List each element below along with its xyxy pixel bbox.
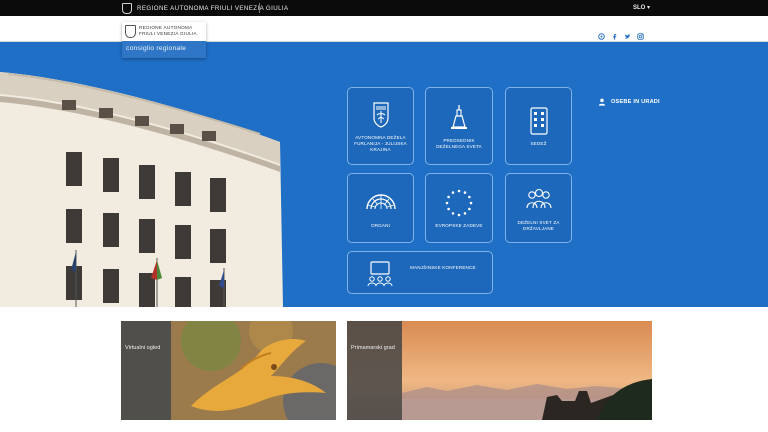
- region-brand-link[interactable]: Regione Autonoma Friuli Venezia Giulia: [122, 2, 289, 14]
- castle-caption: Primamarski grad: [347, 321, 402, 420]
- conference-icon: [367, 260, 393, 286]
- persons-and-offices-link[interactable]: Osebe in uradi: [598, 98, 660, 106]
- bell-icon: [451, 105, 467, 129]
- topbar-divider: [259, 3, 260, 13]
- tile-autonomous-region[interactable]: Avtonomna Dežela Furlanija - Julijska Kr…: [347, 87, 414, 165]
- people-icon: [525, 188, 552, 209]
- logo-subtitle: consiglio regionale: [122, 41, 206, 58]
- twitter-icon[interactable]: [624, 27, 631, 39]
- building-icon: [529, 107, 548, 135]
- tile-label: Avtonomna Dežela Furlanija - Julijska Kr…: [354, 135, 407, 152]
- tile-bodies[interactable]: Organi: [347, 173, 414, 243]
- logo-crest-icon: [125, 25, 136, 38]
- top-bar: Regione Autonoma Friuli Venezia Giulia S…: [0, 0, 768, 16]
- tile-label: Manjšinske konference: [410, 264, 476, 270]
- tile-label: Organi: [370, 223, 391, 228]
- facebook-icon[interactable]: [611, 27, 618, 40]
- tile-label: Evropske zadeve: [435, 223, 483, 228]
- tile-council-for-citizens[interactable]: Deželni svet za državljane: [505, 173, 572, 243]
- tile-label: Predsednik deželnega sveta: [436, 138, 482, 149]
- persons-link-label: Osebe in uradi: [611, 99, 660, 105]
- flickr-icon[interactable]: [598, 27, 605, 40]
- council-logo[interactable]: Regione Autonoma Friuli Venezia Giulia c…: [122, 22, 206, 58]
- eu-stars-icon: [445, 189, 473, 217]
- logo-line-2: Friuli Venezia Giulia: [139, 30, 197, 36]
- virtual-tour-card[interactable]: Virtualni ogled: [121, 321, 336, 420]
- castle-card[interactable]: Primamarski grad: [347, 321, 652, 420]
- virtual-tour-caption: Virtualni ogled: [121, 321, 171, 420]
- instagram-icon[interactable]: [637, 27, 644, 40]
- tile-council-president[interactable]: Predsednik deželnega sveta: [425, 87, 493, 165]
- tile-european-affairs[interactable]: Evropske zadeve: [425, 173, 493, 243]
- language-selector[interactable]: SLO ▾: [633, 4, 650, 11]
- palace-building-image: [0, 72, 283, 307]
- region-crest-icon: [122, 2, 132, 14]
- hemicycle-icon: [365, 194, 396, 210]
- region-brand-text: Regione Autonoma Friuli Venezia Giulia: [137, 4, 289, 12]
- tile-label: Sedež: [530, 141, 547, 146]
- site-header: [0, 16, 768, 42]
- tile-label: Deželni svet za državljane: [517, 220, 560, 231]
- tile-minority-conferences[interactable]: Manjšinske konference: [347, 251, 493, 294]
- tile-seat[interactable]: Sedež: [505, 87, 572, 165]
- coat-of-arms-icon: [372, 102, 389, 128]
- logo-line-1: Regione Autonoma: [139, 25, 193, 30]
- user-icon: [598, 98, 606, 106]
- social-links: [598, 27, 644, 40]
